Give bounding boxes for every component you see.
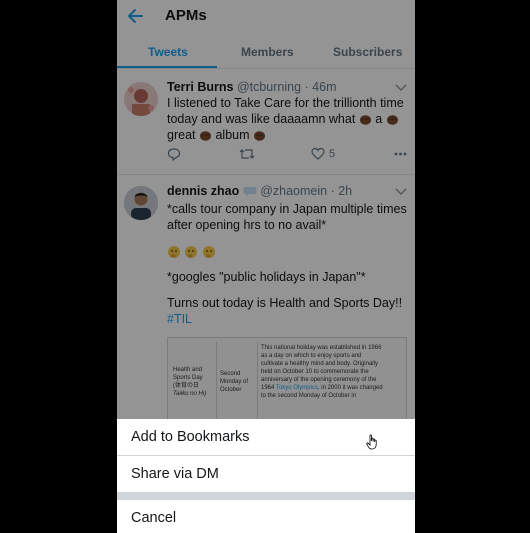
pointer-cursor-icon: [366, 434, 377, 450]
phone-screen: APMs Tweets Members Subscribers Terri Bu…: [117, 0, 415, 533]
cancel-button[interactable]: Cancel: [117, 500, 415, 533]
share-via-dm-button[interactable]: Share via DM: [117, 456, 415, 492]
